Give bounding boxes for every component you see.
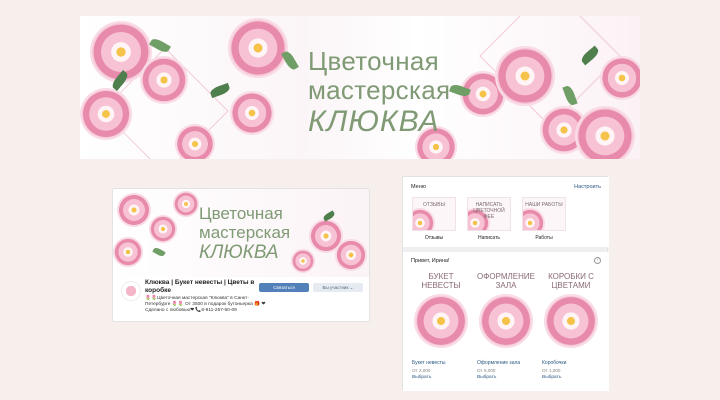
leaf-icon [152, 246, 166, 258]
product-image[interactable]: Оформление зала [477, 270, 535, 354]
peony-icon [149, 215, 177, 243]
product-card[interactable]: Букет невесты Букет невесты От 2,000 Выб… [412, 270, 470, 380]
menu-thumb: НАШИ РАБОТЫ [522, 197, 566, 231]
banner-title-line1: Цветочная [308, 46, 439, 76]
menu-item-write[interactable]: НАПИСАТЬ ЦВЕТОЧНОЙ ФЕЕ Написать [467, 197, 511, 241]
product-card[interactable]: Оформление зала Оформление зала От 5,000… [477, 270, 535, 380]
community-info: Клюква | Букет невесты | Цветы в коробке… [113, 277, 369, 321]
cover-title-line2: мастерская [199, 223, 291, 242]
peony-icon [523, 208, 545, 230]
market-block: Привет, Ирина! ? Букет невесты Букет нев… [403, 252, 609, 391]
menu-title: Меню [411, 184, 426, 190]
community-header-card: Цветочная мастерская КЛЮКВА Клюква | Бук… [112, 188, 370, 322]
peony-icon [414, 294, 468, 348]
peony-icon [479, 294, 533, 348]
peony-icon [117, 193, 151, 227]
product-name[interactable]: Коробочки [542, 360, 600, 366]
peony-icon [495, 46, 555, 106]
peony-icon [140, 56, 188, 104]
product-price: От 5,000 [477, 368, 496, 373]
cover-title-line1: Цветочная [199, 204, 283, 223]
menu-item-works[interactable]: НАШИ РАБОТЫ Работы [522, 197, 566, 241]
leaf-icon [209, 82, 231, 99]
product-image[interactable]: Коробки с цветами [542, 270, 600, 354]
avatar[interactable] [121, 281, 141, 301]
product-name[interactable]: Букет невесты [412, 360, 470, 366]
menu-thumb: ОТЗЫВЫ [412, 197, 456, 231]
select-button[interactable]: Выбрать [477, 375, 535, 380]
menu-thumb-caption: НАШИ РАБОТЫ [525, 202, 563, 208]
peony-icon [230, 91, 274, 135]
contact-button[interactable]: Связаться [259, 283, 309, 292]
menu-block: Меню Настроить ОТЗЫВЫ Отзывы НАПИСАТЬ ЦВ… [403, 177, 609, 247]
community-name: Клюква | Букет невесты | Цветы в коробке [145, 279, 255, 294]
banner-title-line2: мастерская [308, 75, 451, 105]
product-name[interactable]: Оформление зала [477, 360, 535, 366]
menu-thumb: НАПИСАТЬ ЦВЕТОЧНОЙ ФЕЕ [467, 197, 511, 231]
peony-icon [113, 237, 143, 267]
peony-icon [544, 294, 598, 348]
community-cover: Цветочная мастерская КЛЮКВА [113, 189, 369, 277]
product-image-caption: Оформление зала [477, 272, 535, 290]
member-button[interactable]: Вы участник ⌄ [313, 283, 363, 292]
cover-title: Цветочная мастерская КЛЮКВА [199, 205, 290, 262]
menu-item-label: Отзывы [424, 235, 444, 241]
banner-title-line3: КЛЮКВА [308, 105, 440, 138]
peony-icon [291, 249, 315, 273]
product-price: От 1,000 [542, 368, 561, 373]
peony-icon [413, 208, 435, 230]
community-status: 🌷🌷Цветочная мастерская "Клюква" в Санкт-… [145, 296, 266, 313]
menu-thumb-caption: НАПИСАТЬ ЦВЕТОЧНОЙ ФЕЕ [473, 202, 505, 220]
banner-title: Цветочная мастерская КЛЮКВА [308, 48, 450, 137]
peony-icon [600, 56, 640, 100]
menu-item-label: Работы [535, 235, 553, 241]
cover-banner: Цветочная мастерская КЛЮКВА [80, 16, 640, 159]
menu-item-reviews[interactable]: ОТЗЫВЫ Отзывы [412, 197, 456, 241]
product-card[interactable]: Коробки с цветами Коробочки От 1,000 Выб… [542, 270, 600, 380]
peony-icon [173, 191, 199, 217]
menu-thumb-caption: ОТЗЫВЫ [422, 202, 446, 208]
cover-title-line3: КЛЮКВА [199, 242, 279, 263]
menu-edit-link[interactable]: Настроить [574, 184, 601, 190]
product-image[interactable]: Букет невесты [412, 270, 470, 354]
peony-icon [575, 106, 635, 159]
product-image-caption: Букет невесты [421, 272, 461, 290]
product-price: От 2,000 [412, 368, 431, 373]
peony-icon [80, 88, 132, 140]
community-widgets: Меню Настроить ОТЗЫВЫ Отзывы НАПИСАТЬ ЦВ… [402, 176, 609, 391]
peony-icon [228, 18, 288, 78]
peony-icon [335, 239, 367, 271]
menu-item-label: Написать [478, 235, 500, 241]
info-icon[interactable]: ? [594, 257, 601, 264]
select-button[interactable]: Выбрать [542, 375, 600, 380]
market-greeting: Привет, Ирина! [411, 258, 450, 264]
select-button[interactable]: Выбрать [412, 375, 470, 380]
product-image-caption: Коробки с цветами [548, 272, 594, 290]
peony-icon [175, 124, 215, 159]
